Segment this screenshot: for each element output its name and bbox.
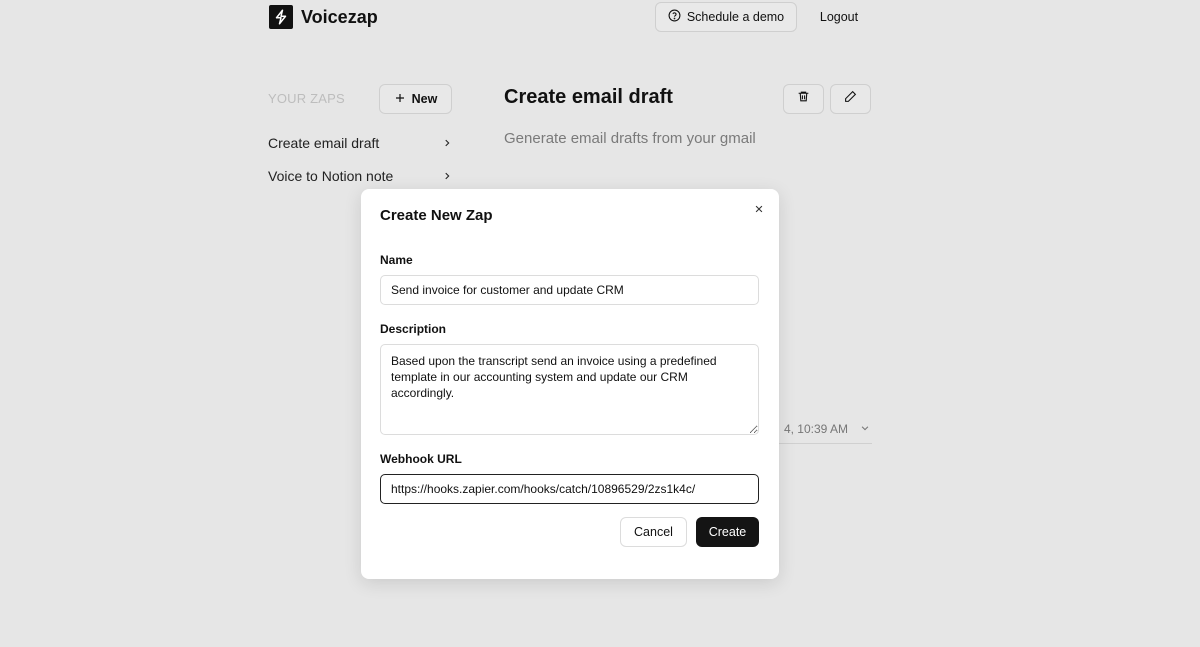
name-label: Name (380, 253, 413, 267)
run-timestamp: 4, 10:39 AM (783, 421, 848, 436)
zap-item-voice-to-notion-note[interactable]: Voice to Notion note (268, 165, 452, 187)
plus-icon (394, 92, 406, 107)
new-zap-label: New (411, 92, 438, 106)
trash-icon (797, 90, 810, 108)
chevron-right-icon (442, 168, 452, 184)
zap-item-create-email-draft[interactable]: Create email draft (268, 132, 452, 154)
zap-description: Generate email drafts from your gmail (504, 130, 756, 147)
name-input[interactable] (380, 275, 759, 305)
close-icon (754, 201, 764, 219)
webhook-url-input[interactable] (380, 474, 759, 504)
zap-title: Create email draft (504, 86, 673, 108)
edit-zap-button[interactable] (830, 84, 871, 114)
cancel-button[interactable]: Cancel (620, 517, 687, 547)
zap-item-label: Voice to Notion note (268, 168, 394, 184)
zap-item-label: Create email draft (268, 135, 380, 151)
schedule-demo-button[interactable]: Schedule a demo (655, 2, 797, 32)
webhook-url-label: Webhook URL (380, 452, 462, 466)
create-zap-dialog: Create New Zap Name Description Based up… (361, 189, 779, 579)
close-dialog-button[interactable] (750, 201, 768, 219)
delete-zap-button[interactable] (783, 84, 824, 114)
help-circle-icon (668, 9, 681, 25)
chevron-down-icon (860, 422, 870, 436)
page: Voicezap Schedule a demo Logout YOUR ZAP… (0, 0, 1200, 647)
run-row[interactable]: 4, 10:39 AM (770, 414, 872, 444)
dialog-title: Create New Zap (380, 207, 493, 224)
logout-button[interactable]: Logout (806, 2, 872, 32)
new-zap-button[interactable]: New (379, 84, 452, 114)
your-zaps-heading: YOUR ZAPS (268, 91, 345, 106)
app-name: Voicezap (301, 6, 378, 27)
description-label: Description (380, 322, 447, 336)
pencil-icon (844, 90, 857, 108)
lightning-bolt-icon (269, 5, 293, 29)
create-button[interactable]: Create (696, 517, 759, 547)
chevron-right-icon (442, 135, 452, 151)
app-logo[interactable]: Voicezap (269, 5, 378, 29)
description-textarea[interactable]: Based upon the transcript send an invoic… (380, 344, 759, 435)
schedule-demo-label: Schedule a demo (686, 10, 785, 24)
